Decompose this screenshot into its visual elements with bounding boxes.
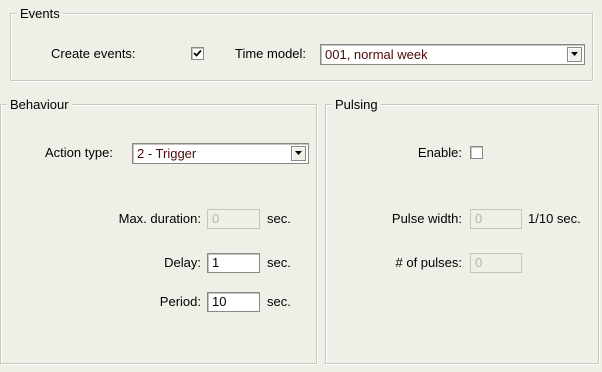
delay-label: Delay: — [164, 255, 201, 270]
action-type-label: Action type: — [45, 145, 113, 160]
checkmark-icon — [193, 49, 202, 57]
create-events-label: Create events: — [51, 46, 136, 61]
chevron-down-icon — [295, 151, 302, 155]
max-duration-label: Max. duration: — [118, 211, 201, 226]
behaviour-group-title: Behaviour — [7, 97, 72, 112]
period-unit: sec. — [267, 294, 291, 309]
pulses-label: # of pulses: — [395, 255, 463, 270]
action-type-dropdown-button[interactable] — [291, 146, 306, 161]
time-model-dropdown-button[interactable] — [567, 47, 582, 62]
max-duration-input[interactable]: 0 — [207, 209, 260, 229]
delay-unit: sec. — [267, 255, 291, 270]
pulsing-group: Pulsing Enable: Pulse width: 0 1/10 sec.… — [325, 97, 599, 364]
time-model-value: 001, normal week — [325, 47, 428, 62]
pulsing-group-title: Pulsing — [332, 97, 381, 112]
action-type-value: 2 - Trigger — [137, 146, 197, 161]
pulse-width-label: Pulse width: — [391, 211, 462, 226]
events-group: Events Create events: Time model: 001, n… — [10, 6, 593, 81]
time-model-label: Time model: — [235, 46, 307, 61]
enable-label: Enable: — [417, 145, 462, 160]
pulse-width-input[interactable]: 0 — [470, 209, 522, 229]
period-label: Period: — [159, 294, 201, 309]
time-model-dropdown[interactable]: 001, normal week — [320, 44, 585, 65]
behaviour-group: Behaviour Action type: 2 - Trigger Max. … — [0, 97, 317, 364]
events-group-title: Events — [17, 6, 63, 21]
delay-input[interactable]: 1 — [207, 253, 260, 273]
action-type-dropdown[interactable]: 2 - Trigger — [132, 143, 309, 164]
pulse-width-unit: 1/10 sec. — [528, 211, 581, 226]
period-input[interactable]: 10 — [207, 292, 260, 312]
pulses-input[interactable]: 0 — [470, 253, 522, 273]
create-events-checkbox[interactable] — [191, 47, 204, 60]
enable-checkbox[interactable] — [470, 146, 483, 159]
max-duration-unit: sec. — [267, 211, 291, 226]
chevron-down-icon — [571, 52, 578, 56]
